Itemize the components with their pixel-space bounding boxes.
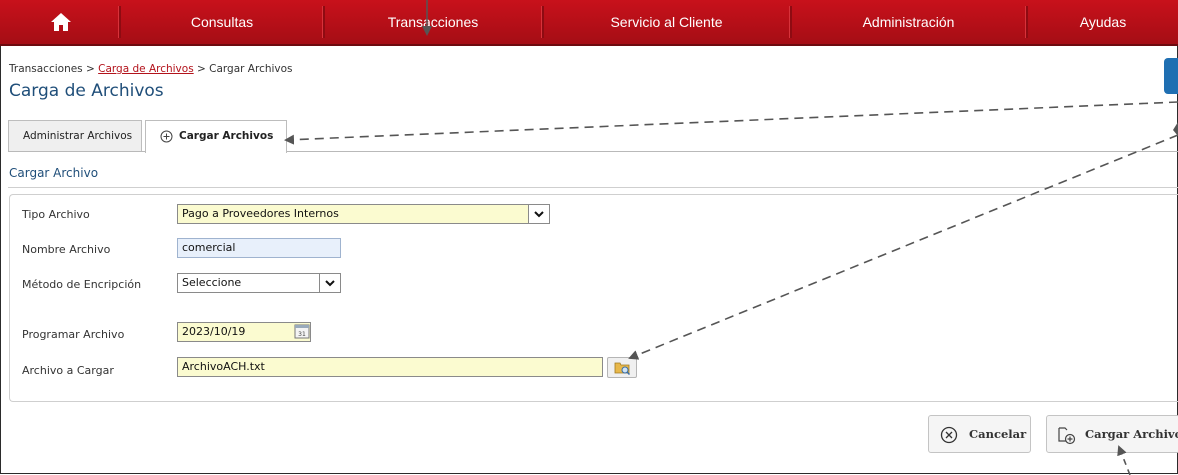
annotation-overlay [284, 0, 1178, 475]
annotation-arrowhead [1173, 122, 1178, 136]
annotation-arrow-tab [284, 101, 1178, 145]
annotation-arrow-browse [628, 134, 1178, 360]
annotation-arrow-upload [1117, 445, 1131, 475]
